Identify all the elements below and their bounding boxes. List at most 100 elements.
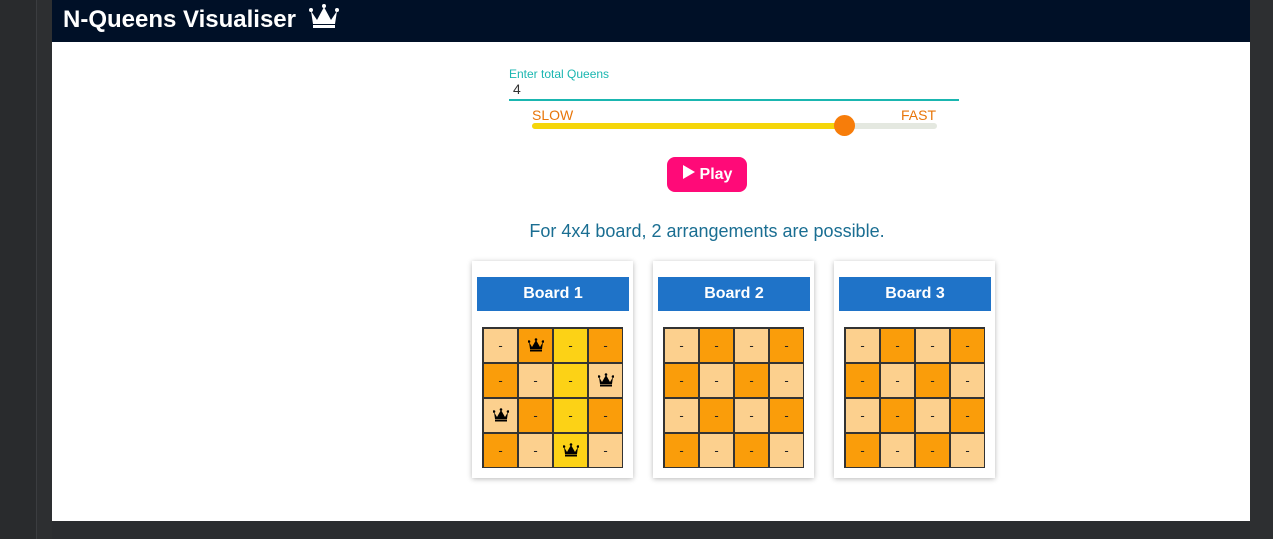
board-cell: - — [845, 398, 880, 433]
board-cell-value: - — [603, 443, 608, 458]
board-cell-value: - — [965, 373, 970, 388]
board-cell-value: - — [498, 443, 503, 458]
board-cell: - — [769, 363, 804, 398]
queen-cell — [588, 363, 623, 398]
board-cell: - — [553, 363, 588, 398]
board-cell-value: - — [714, 408, 719, 423]
bottom-bar — [52, 521, 1250, 539]
board-card-1: Board 1 - - - - - - - - - - - - — [472, 261, 633, 478]
board-title: Board 1 — [477, 277, 629, 311]
board-cell: - — [880, 433, 915, 468]
play-button[interactable]: Play — [667, 157, 747, 192]
app-header: N-Queens Visualiser — [52, 0, 1250, 42]
board-cell-value: - — [603, 408, 608, 423]
board-cell-value: - — [860, 338, 865, 353]
board-cell-value: - — [533, 443, 538, 458]
board-cell-value: - — [930, 408, 935, 423]
board-cell-value: - — [965, 408, 970, 423]
board-cell: - — [950, 363, 985, 398]
board-cell-value: - — [749, 443, 754, 458]
board-cell: - — [734, 328, 769, 363]
board-title: Board 2 — [658, 277, 810, 311]
board-cell-value: - — [533, 408, 538, 423]
board-cell-value: - — [568, 408, 573, 423]
board-cell: - — [769, 328, 804, 363]
board-cell-value: - — [679, 373, 684, 388]
board-cell: - — [915, 433, 950, 468]
crown-icon — [308, 3, 339, 36]
board-cell: - — [588, 398, 623, 433]
board-cell-value: - — [749, 373, 754, 388]
chess-board: - - - - - - - - - - - - - - - - — [844, 327, 985, 468]
speed-slider[interactable] — [532, 115, 937, 136]
board-cell-value: - — [533, 373, 538, 388]
queens-input[interactable]: 4 — [513, 81, 521, 97]
board-cell: - — [518, 398, 553, 433]
queen-icon — [527, 337, 544, 355]
speed-fast-label: FAST — [901, 107, 937, 123]
speed-slider-thumb[interactable] — [833, 115, 855, 136]
board-cell-value: - — [749, 408, 754, 423]
queens-input-label: Enter total Queens — [509, 67, 610, 81]
board-card-2: Board 2 - - - - - - - - - - - - - - - - — [653, 261, 814, 478]
board-cell: - — [845, 433, 880, 468]
queen-icon — [562, 442, 579, 460]
board-title: Board 3 — [839, 277, 991, 311]
board-cell-value: - — [603, 338, 608, 353]
queen-cell — [518, 328, 553, 363]
board-card-3: Board 3 - - - - - - - - - - - - - - - - — [834, 261, 995, 478]
queen-icon — [597, 372, 614, 390]
board-cell: - — [950, 398, 985, 433]
board-cell: - — [699, 328, 734, 363]
queen-cell — [553, 433, 588, 468]
board-cell-value: - — [714, 443, 719, 458]
board-cell-value: - — [714, 338, 719, 353]
board-cell: - — [915, 398, 950, 433]
board-cell-value: - — [784, 408, 789, 423]
board-cell-value: - — [679, 338, 684, 353]
board-cell: - — [880, 328, 915, 363]
board-cell: - — [734, 398, 769, 433]
board-cell-value: - — [930, 338, 935, 353]
play-button-label: Play — [699, 165, 733, 183]
board-cell: - — [950, 328, 985, 363]
board-cell: - — [664, 363, 699, 398]
chess-board: - - - - - - - - - - - - - - - - — [663, 327, 804, 468]
chess-board: - - - - - - - - - - - - — [482, 327, 623, 468]
board-cell: - — [734, 363, 769, 398]
board-cell: - — [518, 363, 553, 398]
left-strip — [0, 0, 37, 539]
board-cell-value: - — [568, 338, 573, 353]
board-cell-value: - — [749, 338, 754, 353]
board-cell: - — [734, 433, 769, 468]
app-title-text: N-Queens Visualiser — [63, 6, 296, 33]
board-cell: - — [664, 433, 699, 468]
board-cell-value: - — [965, 338, 970, 353]
board-cell-value: - — [860, 408, 865, 423]
play-icon — [682, 164, 696, 185]
board-cell: - — [664, 398, 699, 433]
board-cell-value: - — [895, 443, 900, 458]
board-cell: - — [483, 328, 518, 363]
board-cell: - — [845, 363, 880, 398]
board-cell-value: - — [965, 443, 970, 458]
board-cell: - — [699, 433, 734, 468]
queens-input-underline — [509, 99, 959, 101]
board-cell: - — [915, 363, 950, 398]
app-frame: N-Queens Visualiser Enter total Queens 4… — [52, 0, 1250, 521]
queen-cell — [483, 398, 518, 433]
board-cell-value: - — [895, 373, 900, 388]
board-cell-value: - — [784, 338, 789, 353]
board-cell-value: - — [930, 373, 935, 388]
queen-icon — [492, 407, 509, 425]
board-cell-value: - — [679, 443, 684, 458]
board-cell: - — [483, 433, 518, 468]
board-cell-value: - — [860, 443, 865, 458]
board-cell-value: - — [895, 338, 900, 353]
board-cell: - — [845, 328, 880, 363]
board-cell: - — [518, 433, 553, 468]
board-cell-value: - — [679, 408, 684, 423]
app-title: N-Queens Visualiser — [63, 3, 339, 36]
board-cell: - — [483, 363, 518, 398]
board-cell: - — [950, 433, 985, 468]
